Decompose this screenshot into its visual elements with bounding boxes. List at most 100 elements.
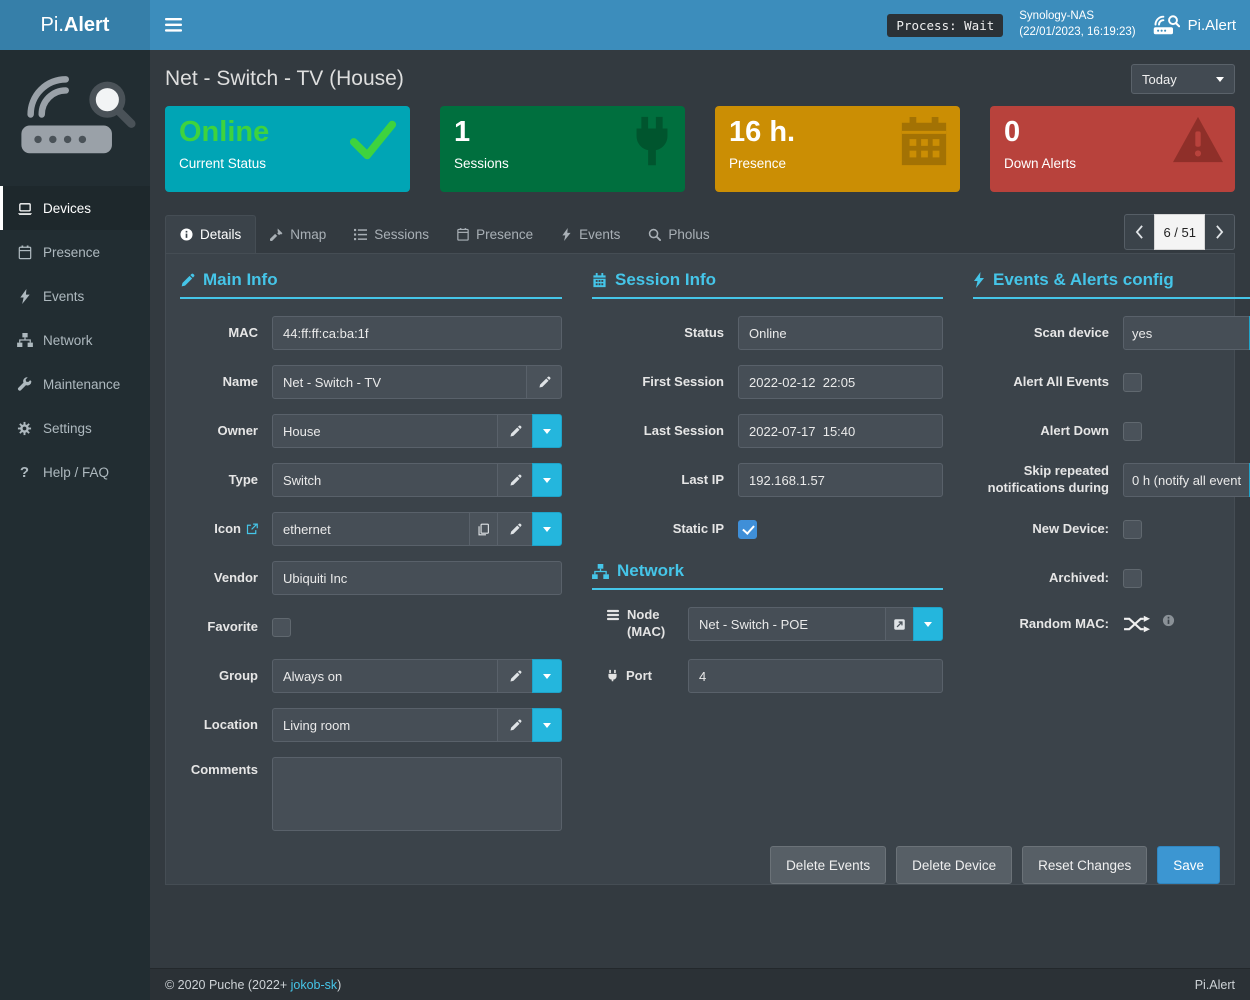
external-link-icon[interactable] bbox=[246, 523, 258, 535]
warning-icon bbox=[1171, 115, 1225, 165]
type-input[interactable] bbox=[272, 463, 498, 497]
static-ip-checkbox[interactable] bbox=[738, 520, 757, 539]
delete-device-button[interactable]: Delete Device bbox=[896, 846, 1012, 884]
copy-icon-button[interactable] bbox=[469, 512, 498, 546]
group-input[interactable] bbox=[272, 659, 498, 693]
location-dropdown-button[interactable] bbox=[532, 708, 562, 742]
type-dropdown-button[interactable] bbox=[532, 463, 562, 497]
info-circle-icon bbox=[180, 228, 193, 241]
section-network: Network bbox=[592, 561, 943, 590]
section-title: Events & Alerts config bbox=[993, 270, 1174, 290]
comments-label: Comments bbox=[180, 757, 272, 779]
sidebar-item-presence[interactable]: Presence bbox=[0, 230, 150, 274]
tab-events[interactable]: Events bbox=[547, 215, 634, 253]
node-mac-input[interactable] bbox=[688, 607, 886, 641]
sidebar-item-maintenance[interactable]: Maintenance bbox=[0, 362, 150, 406]
sidebar-toggle-button[interactable] bbox=[150, 0, 196, 50]
sidebar-item-label: Events bbox=[43, 289, 84, 304]
scan-device-label: Scan device bbox=[973, 325, 1123, 342]
jokob-sk-link[interactable]: jokob-sk bbox=[291, 978, 338, 992]
chevron-down-icon bbox=[543, 478, 551, 483]
location-input[interactable] bbox=[272, 708, 498, 742]
save-button[interactable]: Save bbox=[1157, 846, 1220, 884]
pencil-icon bbox=[509, 425, 522, 438]
pencil-icon bbox=[509, 523, 522, 536]
skip-notifications-select[interactable]: 0 h (notify all event bbox=[1123, 463, 1250, 497]
name-input[interactable] bbox=[272, 365, 527, 399]
tab-nmap[interactable]: Nmap bbox=[256, 215, 340, 253]
alert-all-events-checkbox[interactable] bbox=[1123, 373, 1142, 392]
owner-label: Owner bbox=[180, 423, 272, 440]
status-input[interactable] bbox=[738, 316, 943, 350]
alert-down-checkbox[interactable] bbox=[1123, 422, 1142, 441]
scan-device-select[interactable]: yes bbox=[1123, 316, 1250, 350]
edit-owner-button[interactable] bbox=[497, 414, 533, 448]
edit-icon-button[interactable] bbox=[497, 512, 533, 546]
tab-pholus[interactable]: Pholus bbox=[634, 215, 723, 253]
sidebar-item-network[interactable]: Network bbox=[0, 318, 150, 362]
bars-icon bbox=[606, 607, 620, 621]
owner-input[interactable] bbox=[272, 414, 498, 448]
sidebar-item-events[interactable]: Events bbox=[0, 274, 150, 318]
host-name: Synology-NAS bbox=[1019, 9, 1135, 25]
tab-details[interactable]: Details bbox=[165, 215, 256, 253]
tab-label: Nmap bbox=[290, 227, 326, 242]
period-select-value: Today bbox=[1142, 72, 1177, 87]
tab-sessions[interactable]: Sessions bbox=[340, 215, 443, 253]
first-session-input[interactable] bbox=[738, 365, 943, 399]
footer: © 2020 Puche (2022+ jokob-sk) Pi.Alert bbox=[150, 968, 1250, 1000]
last-ip-input[interactable] bbox=[738, 463, 943, 497]
edit-group-button[interactable] bbox=[497, 659, 533, 693]
app-logo[interactable]: Pi.Alert bbox=[0, 0, 150, 50]
port-input[interactable] bbox=[688, 659, 943, 693]
last-session-label: Last Session bbox=[592, 423, 738, 440]
tab-presence[interactable]: Presence bbox=[443, 215, 547, 253]
chevron-left-icon bbox=[1135, 225, 1144, 239]
host-info: Synology-NAS (22/01/2023, 16:19:23) bbox=[1019, 9, 1135, 40]
status-cards: Online Current Status 1 Sessions 16 h. P… bbox=[165, 106, 1235, 192]
icon-input[interactable] bbox=[272, 512, 470, 546]
tab-label: Pholus bbox=[668, 227, 709, 242]
delete-events-button[interactable]: Delete Events bbox=[770, 846, 886, 884]
sidebar-item-help[interactable]: ? Help / FAQ bbox=[0, 450, 150, 494]
archived-checkbox[interactable] bbox=[1123, 569, 1142, 588]
mac-input[interactable] bbox=[272, 316, 562, 350]
owner-dropdown-button[interactable] bbox=[532, 414, 562, 448]
hammer-icon bbox=[270, 228, 283, 241]
sidebar-item-label: Devices bbox=[43, 201, 91, 216]
icon-dropdown-button[interactable] bbox=[532, 512, 562, 546]
comments-textarea[interactable] bbox=[272, 757, 562, 831]
edit-type-button[interactable] bbox=[497, 463, 533, 497]
reset-changes-button[interactable]: Reset Changes bbox=[1022, 846, 1147, 884]
laptop-icon bbox=[16, 201, 33, 216]
pencil-icon bbox=[509, 670, 522, 683]
group-dropdown-button[interactable] bbox=[532, 659, 562, 693]
gear-icon bbox=[16, 421, 33, 436]
port-label: Port bbox=[592, 668, 688, 685]
sidebar-item-label: Presence bbox=[43, 245, 100, 260]
tab-label: Sessions bbox=[374, 227, 429, 242]
sidebar-item-devices[interactable]: Devices bbox=[0, 186, 150, 230]
pencil-icon bbox=[509, 474, 522, 487]
first-session-label: First Session bbox=[592, 374, 738, 391]
node-dropdown-button[interactable] bbox=[913, 607, 943, 641]
info-icon[interactable] bbox=[1162, 614, 1175, 627]
calendar-icon bbox=[592, 273, 607, 288]
open-node-button[interactable] bbox=[885, 607, 914, 641]
new-device-checkbox[interactable] bbox=[1123, 520, 1142, 539]
header-brand-label: Pi.Alert bbox=[1188, 17, 1236, 34]
last-session-input[interactable] bbox=[738, 414, 943, 448]
router-magnifier-icon bbox=[14, 68, 136, 172]
edit-location-button[interactable] bbox=[497, 708, 533, 742]
period-select[interactable]: Today bbox=[1131, 64, 1235, 94]
alert-down-label: Alert Down bbox=[973, 423, 1123, 440]
vendor-input[interactable] bbox=[272, 561, 562, 595]
list-icon bbox=[354, 228, 367, 241]
type-label: Type bbox=[180, 472, 272, 489]
sidebar-item-settings[interactable]: Settings bbox=[0, 406, 150, 450]
next-device-button[interactable] bbox=[1204, 214, 1235, 250]
favorite-checkbox[interactable] bbox=[272, 618, 291, 637]
prev-device-button[interactable] bbox=[1124, 214, 1155, 250]
edit-name-button[interactable] bbox=[526, 365, 562, 399]
copy-icon bbox=[477, 523, 490, 536]
